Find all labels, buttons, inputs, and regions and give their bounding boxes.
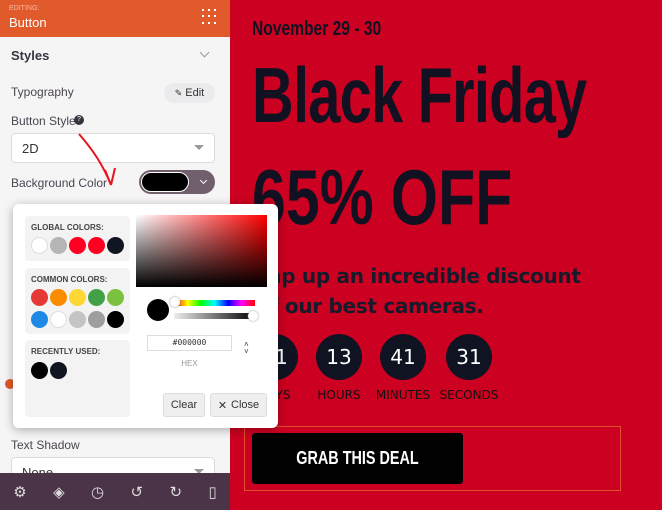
format-toggle-icon[interactable]: ˄ ˅ (244, 341, 249, 356)
countdown-label: MINUTES (375, 388, 431, 402)
color-swatch[interactable] (31, 311, 48, 328)
cta-label: GRAB THIS DEAL (296, 448, 419, 468)
color-swatch[interactable] (69, 289, 86, 306)
countdown-value: 31 (446, 334, 492, 380)
color-picker-popup: GLOBAL COLORS: COMMON COLORS: RECENTLY U… (13, 204, 278, 428)
typography-label: Typography (11, 85, 74, 99)
pencil-icon: ✎ (174, 87, 183, 98)
color-swatch[interactable] (50, 237, 67, 254)
saturation-field[interactable] (136, 215, 267, 287)
styles-section-title[interactable]: Styles (11, 48, 49, 63)
common-colors-panel: COMMON COLORS: (25, 268, 130, 334)
hex-input[interactable]: #000000 (147, 335, 232, 351)
editing-title: Button (9, 15, 47, 30)
color-swatch[interactable] (107, 311, 124, 328)
grab-deal-button[interactable]: GRAB THIS DEAL (252, 433, 463, 484)
bottom-toolbar: ⚙ ◈ ◷ ↺ ↻ ▯ (0, 473, 230, 510)
description-line-1: Snap up an incredible discount (240, 264, 581, 288)
countdown-minutes: 41 MINUTES (371, 334, 435, 402)
edit-label: Edit (185, 87, 205, 99)
button-style-value: 2D (22, 141, 39, 156)
layers-icon[interactable]: ◈ (53, 483, 65, 501)
hue-handle[interactable] (170, 297, 180, 307)
settings-icon[interactable]: ⚙ (13, 483, 26, 501)
color-swatch[interactable] (31, 362, 48, 379)
editing-label: EDITING: (9, 5, 40, 12)
help-icon[interactable]: ? (74, 115, 84, 125)
offer: 65% OFF (252, 153, 513, 241)
color-swatch[interactable] (69, 311, 86, 328)
countdown-hours: 13 HOURS (307, 334, 371, 402)
bg-color-toggle[interactable] (139, 170, 215, 194)
text-shadow-label: Text Shadow (11, 438, 80, 452)
color-swatch[interactable] (107, 237, 124, 254)
headline: Black Friday (252, 51, 587, 139)
countdown-label: HOURS (317, 388, 361, 402)
redo-icon[interactable]: ↻ (170, 483, 183, 501)
typography-edit-button[interactable]: ✎ Edit (164, 83, 215, 103)
countdown-label: SECONDS (439, 388, 499, 402)
close-icon: ✕ (217, 399, 228, 412)
color-swatch[interactable] (50, 289, 67, 306)
color-swatch (141, 172, 189, 192)
undo-icon[interactable]: ↺ (131, 483, 144, 501)
global-colors-label: GLOBAL COLORS: (31, 223, 104, 232)
color-swatch[interactable] (88, 289, 105, 306)
color-preview (147, 299, 169, 321)
color-swatch[interactable] (31, 289, 48, 306)
event-date: November 29 - 30 (252, 18, 382, 40)
recent-colors-label: RECENTLY USED: (31, 347, 101, 356)
countdown-value: 41 (380, 334, 426, 380)
sidebar-header: EDITING: Button (0, 0, 230, 37)
drag-handle-icon[interactable] (202, 9, 218, 25)
clear-label: Clear (170, 399, 198, 411)
clear-button[interactable]: Clear (163, 393, 205, 417)
button-style-label: Button Style (11, 114, 76, 128)
annotation-arrow (78, 133, 116, 186)
color-swatch[interactable] (31, 237, 48, 254)
global-colors-panel: GLOBAL COLORS: (25, 216, 130, 261)
hue-slider[interactable] (174, 300, 255, 306)
recent-colors-panel: RECENTLY USED: (25, 340, 130, 417)
close-button[interactable]: ✕ Close (210, 393, 267, 417)
close-label: Close (231, 399, 260, 411)
common-colors-label: COMMON COLORS: (31, 275, 108, 284)
countdown-value: 13 (316, 334, 362, 380)
color-swatch[interactable] (88, 311, 105, 328)
color-swatch[interactable] (69, 237, 86, 254)
global-swatches (31, 237, 126, 259)
tablet-preview-icon[interactable]: ▯ (208, 483, 216, 501)
description-line-2: off our best cameras. (248, 294, 484, 318)
chevron-down-icon (199, 176, 208, 185)
color-swatch[interactable] (50, 311, 67, 328)
common-swatches (31, 289, 131, 333)
caret-down-icon (194, 145, 204, 150)
hex-label: HEX (181, 359, 198, 368)
color-swatch[interactable] (88, 237, 105, 254)
color-swatch[interactable] (50, 362, 67, 379)
color-swatch[interactable] (107, 289, 124, 306)
alpha-slider[interactable] (174, 313, 255, 319)
history-icon[interactable]: ◷ (91, 483, 104, 501)
countdown: 71DAYS 13HOURS 41MINUTES 31SECONDS (243, 334, 503, 402)
countdown-seconds: 31 SECONDS (435, 334, 503, 402)
recent-swatches (31, 362, 69, 384)
alpha-handle[interactable] (248, 311, 258, 321)
